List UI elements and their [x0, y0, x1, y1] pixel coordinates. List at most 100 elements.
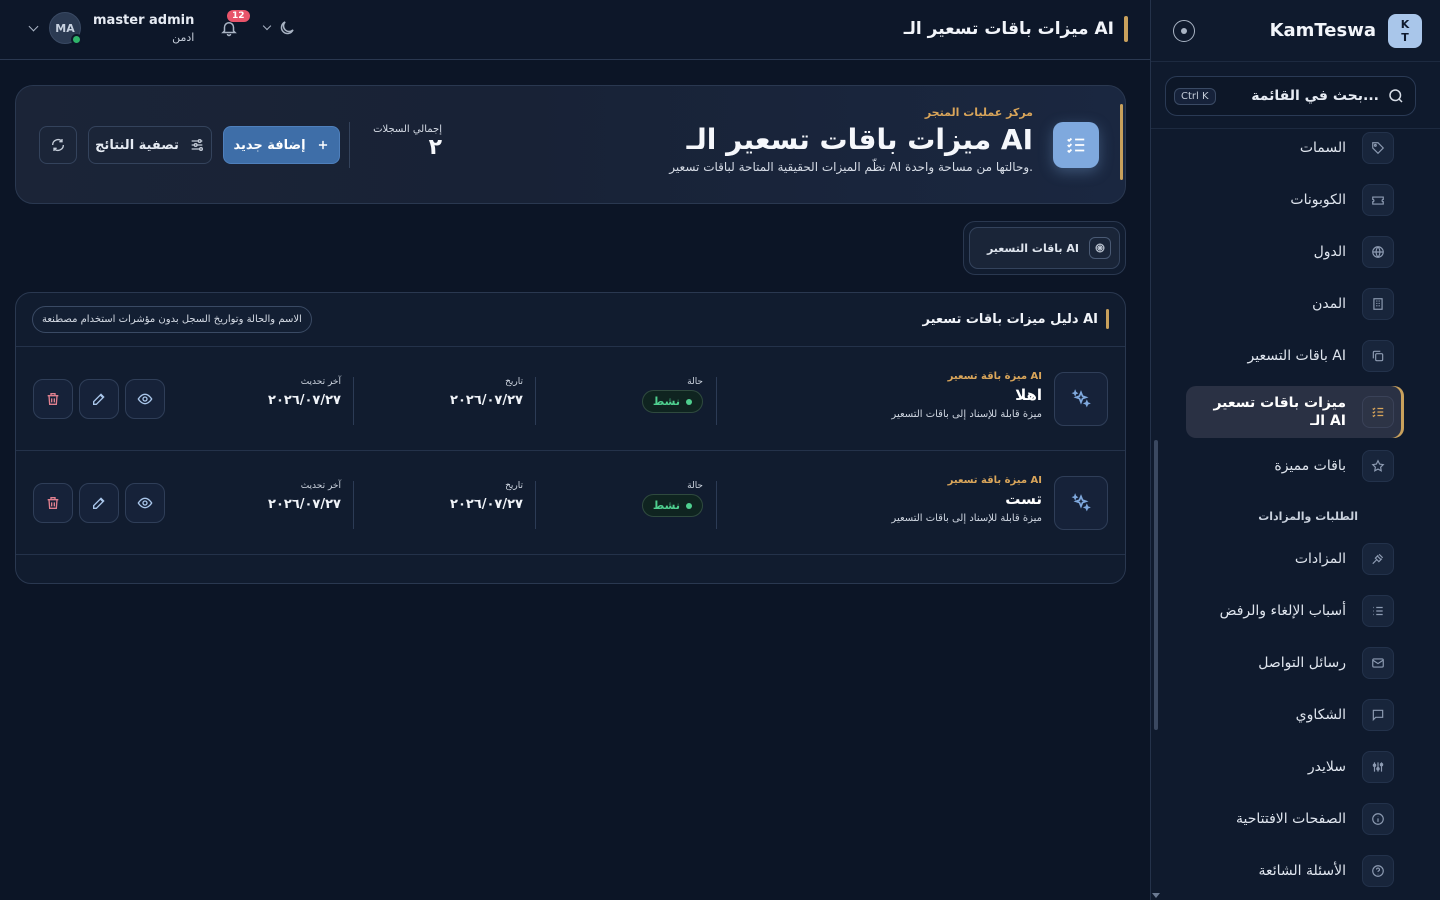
- sidebar-item-complaints[interactable]: الشكاوي: [1186, 693, 1404, 737]
- row-info: ميزة باقة تسعير AI اهلا ميزة قابلة للإسن…: [891, 371, 1042, 420]
- row-description: ميزة قابلة للإسناد إلى باقات التسعير: [891, 513, 1042, 524]
- view-button[interactable]: [125, 379, 165, 419]
- filter-results-button[interactable]: تصفية النتائج: [88, 126, 212, 164]
- user-menu[interactable]: MA master admin ادمن: [28, 12, 195, 45]
- table-row: ميزة باقة تسعير AI اهلا ميزة قابلة للإسن…: [16, 347, 1125, 451]
- list-check-icon: [1362, 396, 1394, 428]
- delete-button[interactable]: [33, 379, 73, 419]
- brain-icon: [1089, 237, 1111, 259]
- edit-button[interactable]: [79, 483, 119, 523]
- row-kicker: ميزة باقة تسعير AI: [947, 475, 1042, 486]
- list-icon: [1362, 595, 1394, 627]
- card-title-accent-bar: [1106, 309, 1109, 329]
- tag-icon: [1362, 132, 1394, 164]
- sidebar-header: KamTeswa K T: [1151, 0, 1440, 62]
- mail-icon: [1362, 647, 1394, 679]
- edit-icon: [91, 391, 107, 407]
- hero-accent-bar: [1120, 104, 1123, 180]
- status-label: حالة: [687, 377, 703, 387]
- theme-switcher[interactable]: [262, 19, 296, 37]
- sidebar-item-ai-plan-features[interactable]: ميزات باقات تسعير الـ AI: [1186, 386, 1404, 438]
- sidebar-item-featured-plans[interactable]: باقات مميزة: [1186, 444, 1404, 488]
- updated-column: آخر تحديث ٢٠٢٦/٠٧/٢٧: [268, 377, 341, 425]
- sidebar-item-countries[interactable]: الدول: [1186, 230, 1404, 274]
- total-records-stat: إجمالي السجلات ٢: [372, 124, 442, 161]
- sidebar-item-auctions[interactable]: المزادات: [1186, 537, 1404, 581]
- edit-icon: [91, 495, 107, 511]
- brand[interactable]: KamTeswa K T: [1269, 13, 1422, 48]
- message-icon: [1362, 699, 1394, 731]
- status-label: حالة: [687, 481, 703, 491]
- eye-icon: [137, 495, 153, 511]
- sidebar-item-label: باقات التسعير AI: [1247, 348, 1346, 364]
- updated-value: ٢٠٢٦/٠٧/٢٧: [268, 393, 341, 408]
- user-role: ادمن: [172, 30, 195, 44]
- tab-label: باقات التسعير AI: [986, 241, 1079, 255]
- date-column: تاريخ ٢٠٢٦/٠٧/٢٧: [450, 377, 523, 425]
- status-badge: نشط: [641, 390, 703, 413]
- sidebar-item-label: المدن: [1312, 296, 1346, 312]
- sidebar-item-attributes[interactable]: السمات: [1186, 126, 1404, 170]
- status-text: نشط: [652, 395, 680, 408]
- sidebar: KamTeswa K T Ctrl K بحث في القائمة... ال…: [1150, 0, 1440, 900]
- column-divider: [716, 481, 717, 529]
- chevron-down-icon[interactable]: [28, 21, 39, 31]
- sidebar-item-splash-pages[interactable]: الصفحات الافتتاحية: [1186, 797, 1404, 841]
- copy-icon: [1362, 340, 1394, 372]
- refresh-button[interactable]: [39, 126, 77, 164]
- view-button[interactable]: [125, 483, 165, 523]
- edit-button[interactable]: [79, 379, 119, 419]
- card-title: دليل ميزات باقات تسعير AI: [922, 311, 1098, 327]
- sidebar-item-slider[interactable]: سلايدر: [1186, 745, 1404, 789]
- filter-label: تصفية النتائج: [95, 137, 179, 153]
- column-divider: [353, 377, 354, 425]
- delete-button[interactable]: [33, 483, 73, 523]
- globe-icon: [1362, 236, 1394, 268]
- sidebar-scrollbar[interactable]: [1154, 440, 1158, 730]
- table-row: ميزة باقة تسعير AI تست ميزة قابلة للإسنا…: [16, 451, 1125, 555]
- sidebar-search-input[interactable]: Ctrl K بحث في القائمة...: [1165, 76, 1416, 116]
- status-dot: [686, 398, 692, 405]
- updated-value: ٢٠٢٦/٠٧/٢٧: [268, 497, 341, 512]
- chevron-down-icon[interactable]: [262, 21, 272, 31]
- card-note-badge: الاسم والحالة وتواريخ السجل بدون مؤشرات …: [32, 306, 312, 333]
- building-icon: [1362, 288, 1394, 320]
- card-header: دليل ميزات باقات تسعير AI الاسم والحالة …: [16, 293, 1125, 347]
- date-column: تاريخ ٢٠٢٦/٠٧/٢٧: [450, 481, 523, 529]
- online-status-dot: [71, 34, 82, 45]
- gavel-icon: [1362, 543, 1394, 575]
- page-title: ميزات باقات تسعير الـ AI: [903, 19, 1114, 39]
- date-label: تاريخ: [505, 481, 523, 491]
- updated-column: آخر تحديث ٢٠٢٦/٠٧/٢٧: [268, 481, 341, 529]
- sidebar-item-ai-pricing-plans[interactable]: باقات التسعير AI: [1186, 334, 1404, 378]
- sidebar-item-cancel-reasons[interactable]: أسباب الإلغاء والرفض: [1186, 589, 1404, 633]
- sidebar-item-coupons[interactable]: الكوبونات: [1186, 178, 1404, 222]
- notifications-button[interactable]: 12: [220, 10, 250, 38]
- status-text: نشط: [652, 499, 680, 512]
- add-new-button[interactable]: إضافة جديد: [223, 126, 340, 164]
- sidebar-item-faq[interactable]: الأسئلة الشائعة: [1186, 849, 1404, 893]
- sidebar-item-contact-messages[interactable]: رسائل التواصل: [1186, 641, 1404, 685]
- status-column: حالة نشط: [641, 481, 703, 529]
- date-value: ٢٠٢٦/٠٧/٢٧: [450, 497, 523, 512]
- page-title-group: ميزات باقات تسعير الـ AI: [904, 16, 1128, 42]
- scroll-down-arrow-icon[interactable]: [1152, 893, 1160, 898]
- sidebar-item-label: أسباب الإلغاء والرفض: [1219, 603, 1346, 619]
- notification-count-badge: 12: [227, 10, 250, 22]
- status-dot: [686, 502, 692, 509]
- tab-ai-pricing-plans[interactable]: باقات التسعير AI: [969, 227, 1120, 269]
- sidebar-nav: السمات الكوبونات الدول المدن باقات التسع…: [1151, 128, 1440, 900]
- star-icon: [1362, 450, 1394, 482]
- sidebar-item-label: ميزات باقات تسعير الـ AI: [1213, 395, 1346, 429]
- sparkles-icon: [1054, 476, 1108, 530]
- row-info: ميزة باقة تسعير AI تست ميزة قابلة للإسنا…: [891, 475, 1042, 524]
- date-label: تاريخ: [505, 377, 523, 387]
- brand-name: KamTeswa: [1269, 20, 1376, 41]
- avatar[interactable]: MA: [49, 12, 82, 45]
- row-name: تست: [1005, 490, 1042, 508]
- sidebar-item-label: باقات مميزة: [1274, 458, 1346, 474]
- sidebar-item-cities[interactable]: المدن: [1186, 282, 1404, 326]
- status-column: حالة نشط: [641, 377, 703, 425]
- sidebar-toggle-icon[interactable]: [1173, 19, 1195, 42]
- hero-text: مركز عمليات المتجر ميزات باقات تسعير الـ…: [669, 106, 1033, 174]
